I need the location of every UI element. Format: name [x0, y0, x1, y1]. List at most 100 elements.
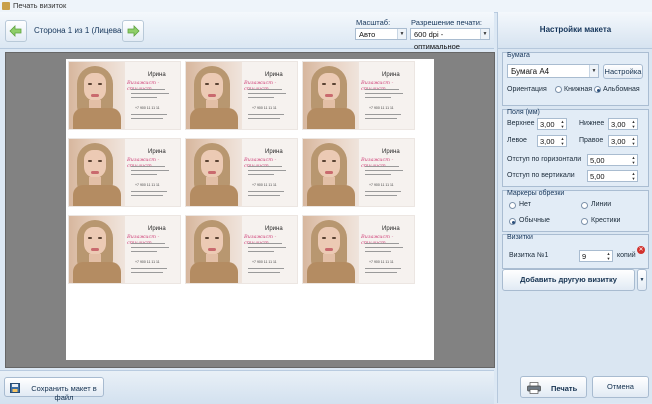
- vgap-label: Отступ по вертикали: [507, 172, 575, 179]
- arrow-left-icon: [9, 25, 22, 37]
- landscape-radio[interactable]: [594, 86, 601, 93]
- card-role: Визажист - стилист: [244, 157, 277, 169]
- chevron-down-icon: ▼: [589, 65, 598, 77]
- add-card-button[interactable]: Добавить другую визитку: [502, 269, 635, 291]
- print-preview: Ирина Визажист - стилист +7 900 11 11 11 Ир…: [5, 52, 495, 368]
- marks-lines-label: Линии: [591, 201, 612, 208]
- spin-down-icon[interactable]: ▼: [630, 124, 637, 129]
- card-phone: +7 900 11 11 11: [135, 106, 160, 110]
- margins-group: Поля (мм) Верхнее 3,00 ▲ ▼ Нижнее 3,00 ▲ ▼ Л…: [502, 109, 649, 187]
- crop-marks-group-title: Маркеры обрезки: [507, 190, 565, 197]
- remove-card-icon[interactable]: ✕: [637, 246, 645, 254]
- margin-bottom-input[interactable]: 3,00 ▲ ▼: [608, 118, 638, 130]
- card-name: Ирина: [265, 72, 283, 78]
- save-disk-icon: [10, 383, 20, 393]
- card-name: Ирина: [148, 149, 166, 155]
- chevron-down-icon: ▼: [639, 277, 645, 283]
- margin-top-input[interactable]: 3,00 ▲ ▼: [537, 118, 567, 130]
- business-card: Ирина Визажист - стилист +7 900 11 11 11: [68, 61, 181, 130]
- spin-down-icon[interactable]: ▼: [630, 160, 637, 165]
- bottom-bar: Сохранить макет в файл: [0, 370, 494, 404]
- card-role: Визажист - стилист: [244, 80, 277, 92]
- margin-left-input[interactable]: 3,00 ▲ ▼: [537, 135, 567, 147]
- marks-crosses-radio[interactable]: [581, 218, 588, 225]
- crop-marks-group: Маркеры обрезки Нет Линии Обычные Крести…: [502, 190, 649, 232]
- scale-select[interactable]: Авто ▼: [355, 28, 407, 40]
- business-card: Ирина Визажист - стилист +7 900 11 11 11: [185, 138, 298, 207]
- spin-down-icon[interactable]: ▼: [605, 256, 612, 261]
- cancel-button[interactable]: Отмена: [592, 376, 649, 398]
- card-role: Визажист - стилист: [127, 80, 160, 92]
- card-item-label: Визитка №1: [509, 252, 549, 259]
- next-side-button[interactable]: [122, 20, 144, 42]
- paper-select[interactable]: Бумага А4 ▼: [507, 64, 599, 78]
- window-title: Печать визиток: [13, 1, 67, 10]
- card-role: Визажист - стилист: [244, 234, 277, 246]
- paper-group: Бумага Бумага А4 ▼ Настройка Ориентация …: [502, 52, 649, 106]
- card-phone: +7 900 11 11 11: [252, 106, 277, 110]
- save-layout-button[interactable]: Сохранить макет в файл: [4, 377, 104, 402]
- card-name: Ирина: [382, 149, 400, 155]
- card-phone: +7 900 11 11 11: [369, 183, 394, 187]
- card-role: Визажист - стилист: [361, 80, 394, 92]
- preview-toolbar: Сторона 1 из 1 (Лицевая) Масштаб: Авто ▼…: [0, 12, 494, 51]
- printer-icon: [527, 382, 541, 394]
- margin-top-label: Верхнее: [507, 120, 535, 127]
- spin-down-icon[interactable]: ▼: [559, 141, 566, 146]
- paper-settings-button[interactable]: Настройка: [603, 64, 643, 79]
- marks-lines-radio[interactable]: [581, 202, 588, 209]
- marks-none-label: Нет: [519, 201, 531, 208]
- side-indicator: Сторона 1 из 1 (Лицевая): [34, 26, 129, 35]
- card-phone: +7 900 11 11 11: [135, 260, 160, 264]
- margin-left-label: Левое: [507, 137, 527, 144]
- card-name: Ирина: [148, 72, 166, 78]
- margin-right-input[interactable]: 3,00 ▲ ▼: [608, 135, 638, 147]
- card-role: Визажист - стилист: [361, 234, 394, 246]
- card-phone: +7 900 11 11 11: [252, 183, 277, 187]
- paper-group-title: Бумага: [507, 52, 530, 59]
- portrait-photo: [69, 216, 125, 283]
- print-label: Печать: [551, 384, 578, 393]
- cards-group: Визитки Визитка №1 9 ▲ ▼ копий ✕: [502, 234, 649, 269]
- resolution-label: Разрешение печати:: [411, 18, 483, 27]
- copies-input[interactable]: 9 ▲ ▼: [579, 250, 613, 262]
- spin-down-icon[interactable]: ▼: [559, 124, 566, 129]
- business-card: Ирина Визажист - стилист +7 900 11 11 11: [68, 138, 181, 207]
- card-phone: +7 900 11 11 11: [135, 183, 160, 187]
- layout-settings-panel: Настройки макета Бумага Бумага А4 ▼ Наст…: [497, 12, 652, 403]
- marks-none-radio[interactable]: [509, 202, 516, 209]
- prev-side-button[interactable]: [5, 20, 27, 42]
- card-role: Визажист - стилист: [127, 157, 160, 169]
- portrait-photo: [303, 216, 359, 283]
- business-card: Ирина Визажист - стилист +7 900 11 11 11: [185, 61, 298, 130]
- resolution-select[interactable]: 600 dpi - оптимальное ▼: [410, 28, 490, 51]
- card-name: Ирина: [265, 149, 283, 155]
- marks-normal-label: Обычные: [519, 217, 550, 224]
- marks-normal-radio[interactable]: [509, 218, 516, 225]
- landscape-label: Альбомная: [603, 86, 640, 93]
- print-button[interactable]: Печать: [520, 376, 587, 398]
- margins-group-title: Поля (мм): [507, 109, 540, 116]
- chevron-down-icon: ▼: [480, 29, 489, 39]
- card-role: Визажист - стилист: [361, 157, 394, 169]
- spin-down-icon[interactable]: ▼: [630, 141, 637, 146]
- portrait-photo: [186, 62, 242, 129]
- card-name: Ирина: [382, 72, 400, 78]
- portrait-photo: [303, 139, 359, 206]
- portrait-radio[interactable]: [555, 86, 562, 93]
- scale-value: Авто: [359, 30, 376, 39]
- portrait-photo: [303, 62, 359, 129]
- orientation-label: Ориентация: [507, 86, 547, 93]
- hgap-input[interactable]: 5,00 ▲ ▼: [587, 154, 638, 166]
- portrait-label: Книжная: [564, 86, 593, 93]
- vgap-input[interactable]: 5,00 ▲ ▼: [587, 170, 638, 182]
- portrait-photo: [69, 139, 125, 206]
- paper-sheet: Ирина Визажист - стилист +7 900 11 11 11 Ир…: [66, 59, 434, 360]
- business-card: Ирина Визажист - стилист +7 900 11 11 11: [302, 215, 415, 284]
- spin-down-icon[interactable]: ▼: [630, 176, 637, 181]
- card-name: Ирина: [148, 226, 166, 232]
- app-icon: [2, 2, 10, 10]
- business-card: Ирина Визажист - стилист +7 900 11 11 11: [68, 215, 181, 284]
- margin-right-label: Правое: [579, 137, 604, 144]
- add-card-dropdown[interactable]: ▼: [637, 269, 647, 291]
